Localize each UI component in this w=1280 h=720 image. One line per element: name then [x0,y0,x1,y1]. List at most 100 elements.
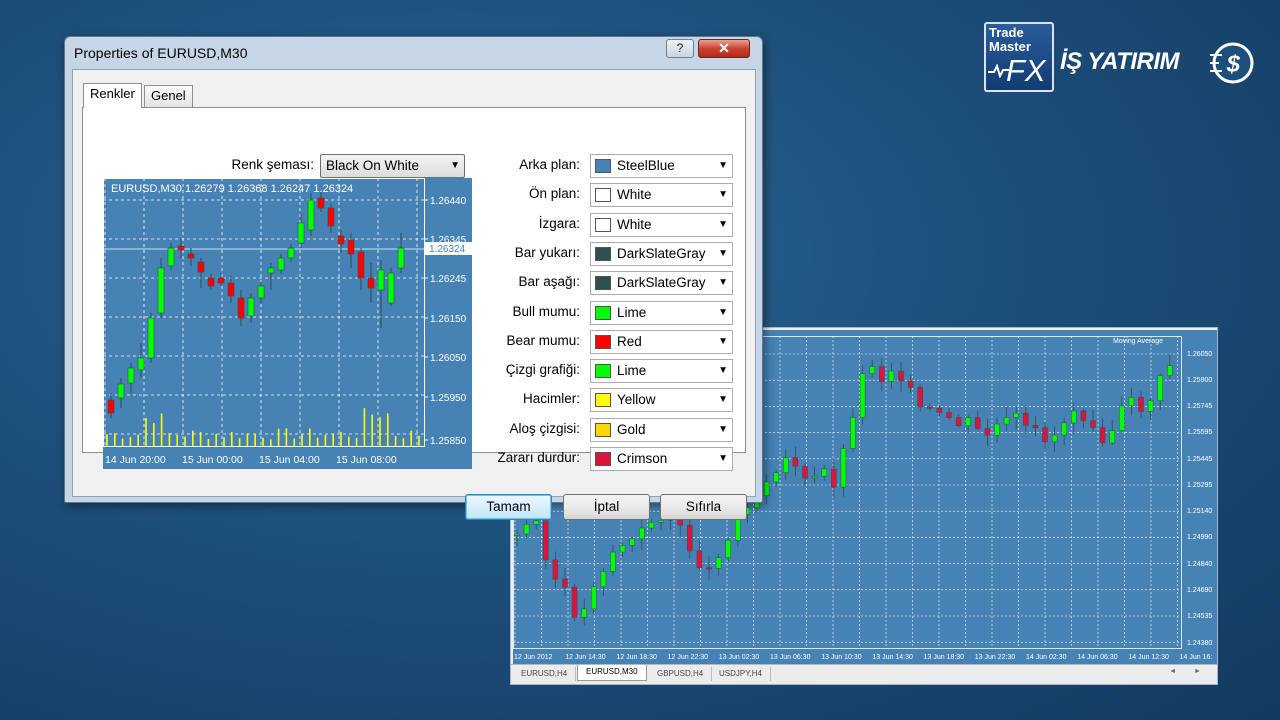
candle [725,540,731,558]
candle [1023,412,1029,426]
time-label: 13 Jun 22:30 [975,654,1016,661]
pulse-line-icon [988,64,1010,78]
chart-tab-eurusd-m30[interactable]: EURUSD,M30 [577,665,647,681]
color-value: Lime [617,304,647,320]
color-select-i-zgara[interactable]: White ▼ [590,212,733,237]
color-value: SteelBlue [617,158,675,173]
candle [387,272,395,304]
color-scheme-select[interactable]: Black On White ▼ [320,154,465,178]
color-swatch [595,452,611,466]
chart-tab-usdjpy-h4[interactable]: USDJPY,H4 [711,667,771,681]
candle [127,367,135,384]
time-label: 14 Jun 02:30 [1026,654,1067,661]
setting-label: Ön plan: [528,186,580,202]
candle [610,551,616,572]
color-value: Lime [617,363,647,379]
candle [869,366,875,374]
logo-text-master: Master [989,39,1031,54]
price-label: 1.25745 [1187,403,1212,410]
candle [907,380,914,388]
color-select-bar-yukar[interactable]: DarkSlateGray ▼ [590,241,733,266]
color-swatch [595,159,611,173]
candle [1119,405,1125,431]
color-select-bull-mumu[interactable]: Lime ▼ [590,300,733,325]
chevron-down-icon: ▼ [450,160,460,171]
color-select-arka-plan[interactable]: SteelBlue ▼ [590,154,733,178]
candle [327,207,335,227]
candle [397,247,405,269]
time-label: 15 Jun 00:00 [182,454,243,466]
properties-dialog: Properties of EURUSD,M30 ? ✕ Renkler Gen… [64,36,763,520]
chevron-down-icon: ▼ [718,189,728,201]
setting-label: Zararı durdur: [497,450,580,465]
time-label: 13 Jun 10:30 [821,654,862,661]
color-value: DarkSlateGray [617,275,706,291]
price-label: 1.25950 [430,393,467,404]
chart-tab-eurusd-h4[interactable]: EURUSD,H4 [513,667,577,681]
candle [811,476,818,479]
candle [936,407,943,413]
color-swatch [595,217,611,232]
candle [197,261,205,273]
chevron-down-icon: ▼ [718,453,728,464]
candle [227,282,235,297]
candle [257,285,265,299]
candle [267,267,275,274]
indicator-label: Moving Average [1113,338,1163,345]
close-button[interactable]: ✕ [698,39,750,58]
candle [1032,425,1039,429]
color-swatch [595,393,611,408]
candle [879,366,885,382]
color-select-bar-a-a[interactable]: DarkSlateGray ▼ [590,271,733,296]
color-select-alo-izgisi[interactable]: Gold ▼ [590,417,733,442]
color-select-zarar-durdur[interactable]: Crimson ▼ [590,447,733,471]
reset-button[interactable]: Sıfırla [660,494,747,520]
color-select-bear-mumu[interactable]: Red ▼ [590,329,733,354]
candle [888,370,895,382]
tab-renkler[interactable]: Renkler [83,83,142,108]
candle [377,269,385,291]
time-label: 15 Jun 04:00 [259,454,320,466]
color-swatch [595,246,611,261]
candle [571,586,578,618]
candle [859,373,866,418]
candle [619,545,626,553]
is-yatirim-text: İŞ YATIRIM [1060,48,1180,75]
setting-label: Aloş çizgisi: [509,420,580,436]
chevron-down-icon: ▼ [718,394,728,406]
candle [792,457,799,467]
color-select-izgi-grafi-i[interactable]: Lime ▼ [590,359,733,384]
time-label: 12 Jun 22:30 [668,654,709,661]
color-value: DarkSlateGray [617,245,706,261]
color-scheme-value: Black On White [326,158,420,173]
chart-header: EURUSD,M30 1.26279 1.26368 1.26247 1.263… [111,183,353,195]
help-button[interactable]: ? [666,39,694,58]
color-select-n-plan[interactable]: White ▼ [590,183,733,208]
is-yatirim-emblem-icon: $ [1210,42,1254,84]
candle [773,472,779,483]
cancel-button[interactable]: İptal [563,494,650,520]
candle [1042,427,1048,443]
candle [658,520,664,523]
dialog-titlebar[interactable]: Properties of EURUSD,M30 ? ✕ [65,37,762,69]
candle [543,520,549,561]
color-swatch [595,305,611,320]
candle [317,197,325,209]
candle [237,297,245,319]
candle [523,524,530,535]
time-label: 13 Jun 14:30 [872,654,913,661]
candle [581,608,587,618]
color-swatch [595,364,611,379]
candle [994,423,1000,436]
candle [1090,420,1096,428]
chart-tab-gbpusd-h4[interactable]: GBPUSD,H4 [649,667,713,681]
color-select-hacimler[interactable]: Yellow ▼ [590,388,733,413]
setting-label: Bar yukarı: [514,244,580,260]
candle [552,559,559,580]
tab-genel[interactable]: Genel [144,85,193,107]
candle [107,399,115,414]
tab-scroll-arrows[interactable]: ◄ ► [1169,668,1209,675]
price-label: 1.25595 [1187,429,1212,436]
color-value: White [617,187,652,203]
ok-button[interactable]: Tamam [465,494,552,520]
